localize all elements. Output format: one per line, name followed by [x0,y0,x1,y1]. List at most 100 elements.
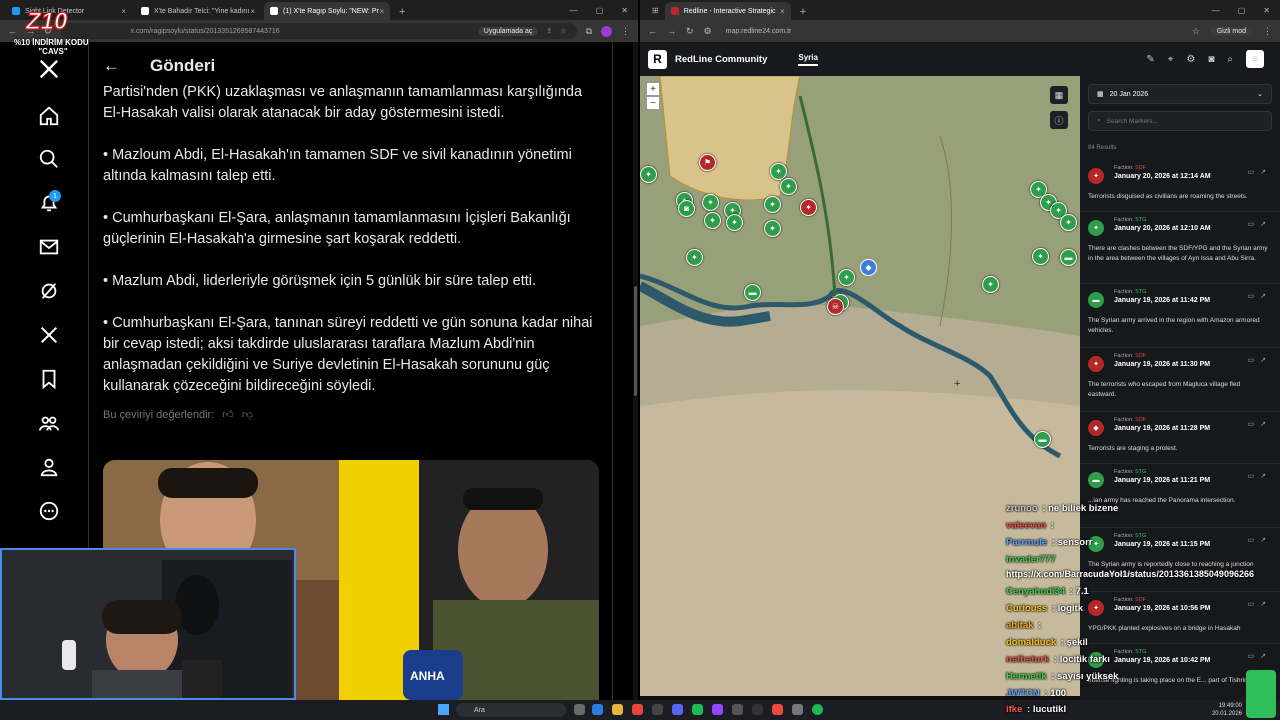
event-item[interactable]: ✦ Faction: SDF January 19, 2026 at 11:30… [1080,348,1280,412]
close-icon[interactable]: × [379,7,384,16]
url-field[interactable]: map.redline24.com.tr [722,23,1182,39]
discord-icon[interactable] [672,704,683,715]
communities-icon[interactable] [36,410,62,436]
twitch-icon[interactable] [712,704,723,715]
settings-gear-icon[interactable]: ⚙ [1186,54,1195,65]
notifications-bell-icon[interactable]: 1 [36,190,62,216]
info-icon[interactable]: ⓘ [1050,111,1068,129]
spotify-icon[interactable] [812,704,823,715]
app-icon[interactable] [692,704,703,715]
event-actions[interactable]: ▭↗ [1248,420,1272,428]
premium-x-icon[interactable] [36,322,62,348]
event-item[interactable]: ✦ Faction: SDF January 20, 2026 at 12:14… [1080,160,1280,212]
thumbs-up-icon[interactable]: 👍︎ [222,408,234,421]
chrome-icon[interactable] [632,704,643,715]
open-in-app-button[interactable]: Uygulamada aç [477,26,539,36]
new-tab-button[interactable]: + [794,6,812,20]
task-view-icon[interactable] [574,704,585,715]
taskbar-clock[interactable]: 19:49:00 20.01.2026 [1212,702,1242,718]
hamburger-menu-icon[interactable]: ≡ [1246,50,1264,68]
location-pin-icon[interactable]: ⌖ [1168,54,1174,65]
map-marker-camera[interactable]: ◙ [678,200,695,217]
draw-tool-icon[interactable]: ✎ [1146,54,1154,65]
maximize-icon[interactable]: ▢ [1238,6,1246,15]
minimize-icon[interactable]: — [570,6,578,15]
event-actions[interactable]: ▭↗ [1248,472,1272,480]
back-arrow-icon[interactable]: ← [103,56,120,76]
event-actions[interactable]: ▭↗ [1248,220,1272,228]
tab-bahadir[interactable]: X'te Bahadır Telci: "Yine kadını × [135,2,261,20]
map-marker-stg[interactable]: ✦ [764,196,781,213]
home-icon[interactable] [36,103,62,129]
map-marker-stg[interactable]: ✦ [764,220,781,237]
map-marker-stg[interactable]: ✦ [1032,248,1049,265]
event-item[interactable]: ✦ Faction: STG January 20, 2026 at 12:10… [1080,212,1280,284]
incognito-badge[interactable]: Gizli mod [1209,26,1253,36]
tab-redline[interactable]: Redline - Interactive Strategic × [664,2,791,20]
minimize-icon[interactable]: — [1212,6,1220,15]
map-marker-stg[interactable]: ✦ [838,269,855,286]
event-actions[interactable]: ▭↗ [1248,356,1272,364]
forward-icon[interactable]: → [667,26,676,36]
map-marker-stg[interactable]: ✦ [1060,214,1077,231]
app-icon[interactable] [772,704,783,715]
event-item[interactable]: ◆ Faction: SDF January 19, 2026 at 11:28… [1080,412,1280,464]
profile-icon[interactable] [36,454,62,480]
app-icon[interactable] [732,704,743,715]
share-icon[interactable]: ⇪ [546,27,552,35]
x-logo-icon[interactable] [36,56,62,82]
obs-icon[interactable] [752,704,763,715]
map-layers-icon[interactable]: ▦ [1050,86,1068,104]
event-actions[interactable]: ▭↗ [1248,292,1272,300]
map-marker-vehicle[interactable]: ▬ [1034,431,1051,448]
reload-icon[interactable]: ↻ [686,26,694,37]
back-icon[interactable]: ← [648,26,657,36]
redline-logo-icon[interactable]: R [648,49,667,69]
taskbar-search[interactable]: Ara [456,703,566,717]
bookmarks-icon[interactable] [36,366,62,392]
tab-syria[interactable]: Syria [798,53,818,66]
url-field[interactable]: x.com/ragipsoylu/status/2013351269587443… [60,23,577,39]
map-marker-vehicle[interactable]: ▬ [744,284,761,301]
map-marker-stg[interactable]: ✦ [726,214,743,231]
event-item[interactable]: ▬ Faction: STG January 19, 2026 at 11:42… [1080,284,1280,348]
map-marker-sdf[interactable]: ✦ [800,199,817,216]
edge-icon[interactable] [592,704,603,715]
back-icon[interactable]: ← [8,26,17,36]
grok-icon[interactable] [36,278,62,304]
windows-start-icon[interactable] [438,704,449,715]
app-icon[interactable] [792,704,803,715]
map-marker-stg[interactable]: ✦ [780,178,797,195]
more-icon[interactable] [36,498,62,524]
map-marker-stg[interactable]: ✦ [982,276,999,293]
close-icon[interactable]: × [250,7,255,16]
map-marker-flag[interactable]: ⚑ [699,154,716,171]
maximize-icon[interactable]: ▢ [596,6,604,15]
profile-avatar[interactable] [601,25,612,37]
menu-dots-icon[interactable]: ⋮ [1263,26,1272,37]
map-marker-stg[interactable]: ✦ [704,212,721,229]
event-actions[interactable]: ▭↗ [1248,168,1272,176]
close-window-icon[interactable]: ✕ [621,6,628,15]
thumbs-down-icon[interactable]: 👎︎ [242,408,253,421]
map-marker-vehicle[interactable]: ▬ [1060,249,1077,266]
search-icon[interactable]: ⌕ [1227,54,1233,65]
close-window-icon[interactable]: ✕ [1263,6,1270,15]
map-marker-stg[interactable]: ✦ [702,194,719,211]
bookmark-star-icon[interactable]: ☆ [560,27,566,35]
tab-ragip-soylu[interactable]: (1) X'te Ragıp Soylu: "NEW: Pr × [264,2,390,20]
close-icon[interactable]: × [780,7,785,16]
tab-menu-icon[interactable]: ⊞ [646,6,665,20]
marker-search-input[interactable]: ⌕ Search Markers... [1088,111,1272,131]
scrollbar-thumb[interactable] [634,286,637,396]
menu-dots-icon[interactable]: ⋮ [621,26,630,37]
file-explorer-icon[interactable] [612,704,623,715]
map-marker-stg[interactable]: ✦ [770,163,787,180]
bookmark-star-icon[interactable]: ☆ [1192,26,1200,37]
extension-icon[interactable]: ⧉ [586,26,592,37]
zoom-in-button[interactable]: + [646,82,660,96]
zoom-out-button[interactable]: − [646,96,660,110]
map-marker-protest[interactable]: ◆ [860,259,877,276]
map-marker-stg[interactable]: ✦ [686,249,703,266]
site-info-icon[interactable]: ⚙ [704,26,712,37]
